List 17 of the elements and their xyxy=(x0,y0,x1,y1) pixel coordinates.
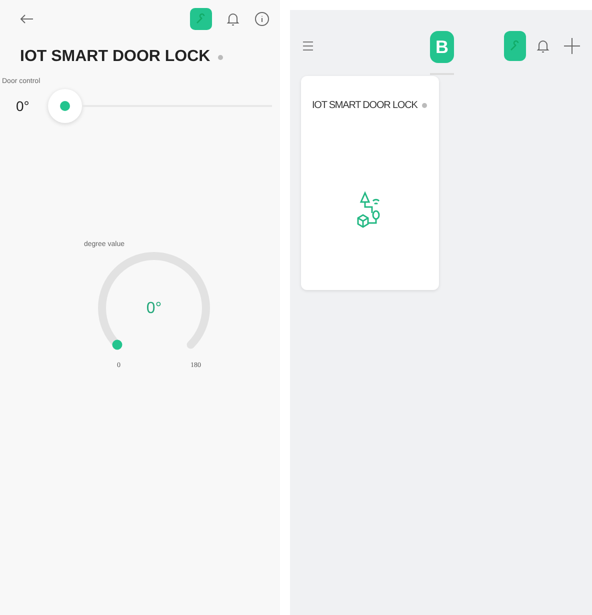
logo: B xyxy=(430,31,454,63)
wrench-icon xyxy=(509,39,521,53)
bell-icon[interactable] xyxy=(226,11,240,27)
back-arrow-icon[interactable] xyxy=(20,14,34,24)
slider-thumb[interactable] xyxy=(48,89,82,123)
gauge-indicator xyxy=(112,340,122,350)
add-icon[interactable] xyxy=(564,38,580,54)
info-icon[interactable] xyxy=(254,11,270,27)
slider-reading: 0° xyxy=(16,98,30,114)
tools-button[interactable] xyxy=(190,8,212,30)
wrench-icon xyxy=(195,13,207,25)
menu-icon[interactable] xyxy=(302,41,314,51)
card-title: IOT SMART DOOR LOCK xyxy=(312,100,418,111)
device-title: IOT SMART DOOR LOCK xyxy=(20,48,210,66)
device-card[interactable]: IOT SMART DOOR LOCK xyxy=(301,76,439,290)
tools-button[interactable] xyxy=(504,31,526,61)
gauge-reading: 0° xyxy=(145,300,163,318)
